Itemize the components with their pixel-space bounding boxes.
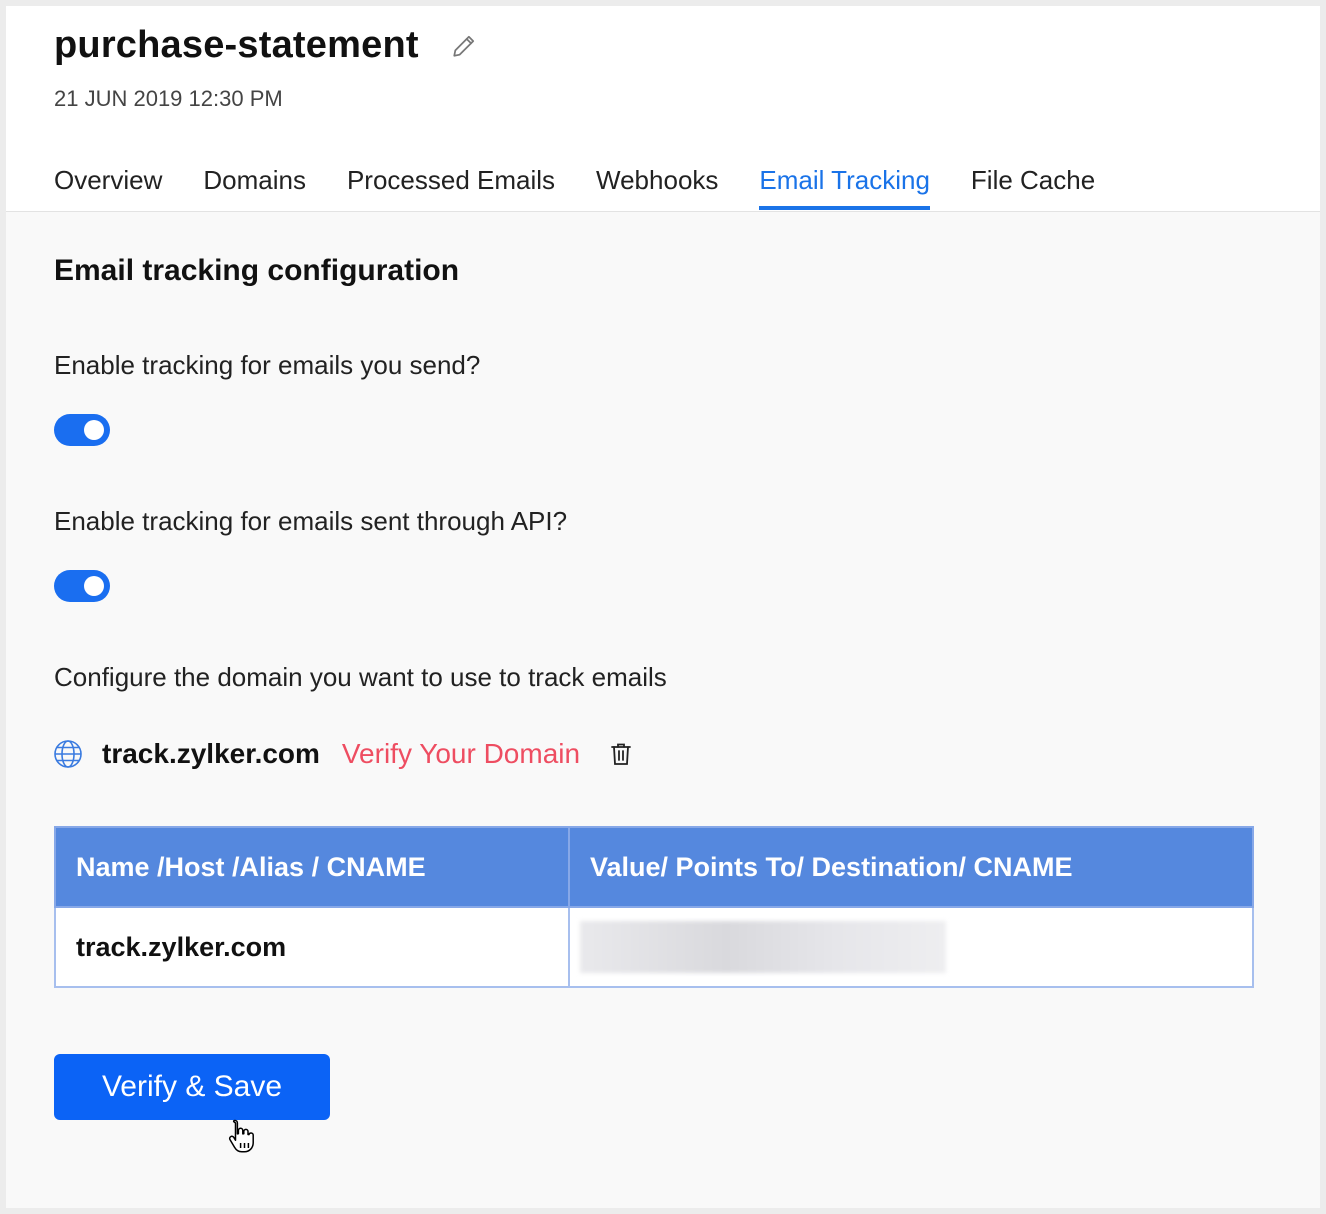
tracking-domain-row: track.zylker.com Verify Your Domain [52,738,632,770]
dns-records-table: Name /Host /Alias / CNAME Value/ Points … [54,826,1254,988]
verify-save-button[interactable]: Verify & Save [54,1054,330,1120]
table-row: track.zylker.com [54,906,1254,988]
tracking-api-label: Enable tracking for emails sent through … [54,506,568,536]
created-datetime: 21 JUN 2019 12:30 PM [54,86,283,111]
dns-value-cell [568,906,1254,988]
column-header-value: Value/ Points To/ Destination/ CNAME [568,826,1254,908]
dns-host-cell: track.zylker.com [54,906,570,988]
blurred-value [580,921,946,973]
tab-webhooks[interactable]: Webhooks [596,162,718,210]
page-frame: purchase-statement 21 JUN 2019 12:30 PM … [6,6,1320,1208]
column-header-name: Name /Host /Alias / CNAME [54,826,570,908]
tab-file-cache[interactable]: File Cache [971,162,1095,210]
toggle-knob [84,576,104,596]
tab-email-tracking[interactable]: Email Tracking [759,162,930,210]
globe-icon [54,740,82,768]
pencil-edit-icon[interactable] [451,33,477,59]
trash-icon[interactable] [610,742,632,766]
domain-config-prompt: Configure the domain you want to use to … [54,662,667,692]
tracking-send-label: Enable tracking for emails you send? [54,350,481,380]
tab-overview[interactable]: Overview [54,162,162,210]
tab-processed-emails[interactable]: Processed Emails [347,162,555,210]
tab-bar: Overview Domains Processed Emails Webhoo… [54,162,1136,210]
tracking-domain-name: track.zylker.com [102,738,320,769]
tab-domains[interactable]: Domains [203,162,306,210]
tracking-api-toggle[interactable] [54,570,110,602]
page-header: purchase-statement 21 JUN 2019 12:30 PM … [6,6,1320,212]
tracking-send-toggle[interactable] [54,414,110,446]
title-row: purchase-statement [54,24,477,67]
verify-domain-link[interactable]: Verify Your Domain [342,738,580,770]
page-title: purchase-statement [54,24,419,66]
section-title: Email tracking configuration [54,254,460,287]
hand-pointer-cursor-icon [228,1119,254,1153]
table-header-row: Name /Host /Alias / CNAME Value/ Points … [54,826,1254,908]
toggle-knob [84,420,104,440]
